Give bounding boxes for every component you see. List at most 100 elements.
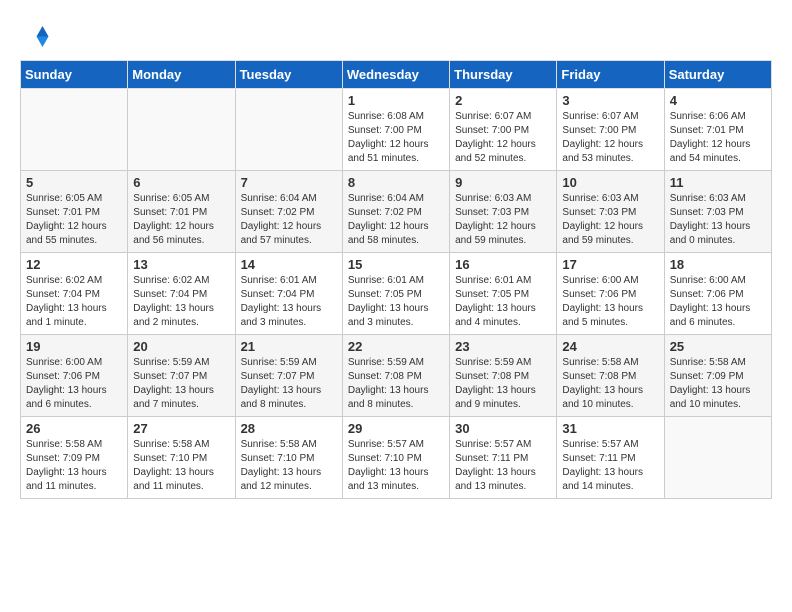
day-number: 18 xyxy=(670,257,766,272)
day-number: 29 xyxy=(348,421,444,436)
weekday-header: Thursday xyxy=(450,61,557,89)
day-number: 15 xyxy=(348,257,444,272)
calendar-week-row: 1 Sunrise: 6:08 AM Sunset: 7:00 PM Daylig… xyxy=(21,89,772,171)
weekday-header: Wednesday xyxy=(342,61,449,89)
day-detail: Sunrise: 6:01 AM Sunset: 7:05 PM Dayligh… xyxy=(348,274,444,330)
weekday-header: Monday xyxy=(128,61,235,89)
day-detail: Sunrise: 5:57 AM Sunset: 7:11 PM Dayligh… xyxy=(562,438,658,494)
day-number: 3 xyxy=(562,93,658,108)
day-number: 14 xyxy=(241,257,337,272)
day-detail: Sunrise: 6:02 AM Sunset: 7:04 PM Dayligh… xyxy=(26,274,122,330)
calendar-cell: 12 Sunrise: 6:02 AM Sunset: 7:04 PM Dayli… xyxy=(21,253,128,335)
day-number: 8 xyxy=(348,175,444,190)
day-detail: Sunrise: 6:04 AM Sunset: 7:02 PM Dayligh… xyxy=(241,192,337,248)
day-detail: Sunrise: 6:03 AM Sunset: 7:03 PM Dayligh… xyxy=(670,192,766,248)
calendar-cell: 3 Sunrise: 6:07 AM Sunset: 7:00 PM Daylig… xyxy=(557,89,664,171)
day-detail: Sunrise: 5:59 AM Sunset: 7:08 PM Dayligh… xyxy=(348,356,444,412)
weekday-header: Saturday xyxy=(664,61,771,89)
day-detail: Sunrise: 6:00 AM Sunset: 7:06 PM Dayligh… xyxy=(670,274,766,330)
day-detail: Sunrise: 6:08 AM Sunset: 7:00 PM Dayligh… xyxy=(348,110,444,166)
day-number: 2 xyxy=(455,93,551,108)
calendar-cell: 5 Sunrise: 6:05 AM Sunset: 7:01 PM Daylig… xyxy=(21,171,128,253)
calendar-cell: 10 Sunrise: 6:03 AM Sunset: 7:03 PM Dayli… xyxy=(557,171,664,253)
day-detail: Sunrise: 6:00 AM Sunset: 7:06 PM Dayligh… xyxy=(562,274,658,330)
page-header xyxy=(20,20,772,50)
day-detail: Sunrise: 6:04 AM Sunset: 7:02 PM Dayligh… xyxy=(348,192,444,248)
day-number: 10 xyxy=(562,175,658,190)
calendar-week-row: 12 Sunrise: 6:02 AM Sunset: 7:04 PM Dayli… xyxy=(21,253,772,335)
day-number: 24 xyxy=(562,339,658,354)
calendar-cell: 1 Sunrise: 6:08 AM Sunset: 7:00 PM Daylig… xyxy=(342,89,449,171)
day-number: 31 xyxy=(562,421,658,436)
day-detail: Sunrise: 6:03 AM Sunset: 7:03 PM Dayligh… xyxy=(562,192,658,248)
calendar-cell: 24 Sunrise: 5:58 AM Sunset: 7:08 PM Dayli… xyxy=(557,335,664,417)
day-detail: Sunrise: 5:58 AM Sunset: 7:09 PM Dayligh… xyxy=(26,438,122,494)
calendar-cell: 15 Sunrise: 6:01 AM Sunset: 7:05 PM Dayli… xyxy=(342,253,449,335)
day-number: 23 xyxy=(455,339,551,354)
calendar-cell: 6 Sunrise: 6:05 AM Sunset: 7:01 PM Daylig… xyxy=(128,171,235,253)
logo-icon xyxy=(20,20,50,50)
calendar-cell: 8 Sunrise: 6:04 AM Sunset: 7:02 PM Daylig… xyxy=(342,171,449,253)
day-number: 9 xyxy=(455,175,551,190)
calendar-cell: 7Sunrise: 6:04 AM Sunset: 7:02 PM Daylig… xyxy=(235,171,342,253)
calendar-cell: 11Sunrise: 6:03 AM Sunset: 7:03 PM Dayli… xyxy=(664,171,771,253)
day-number: 5 xyxy=(26,175,122,190)
day-number: 17 xyxy=(562,257,658,272)
day-detail: Sunrise: 5:58 AM Sunset: 7:09 PM Dayligh… xyxy=(670,356,766,412)
calendar-cell: 18 Sunrise: 6:00 AM Sunset: 7:06 PM Dayli… xyxy=(664,253,771,335)
calendar-cell: 22 Sunrise: 5:59 AM Sunset: 7:08 PM Dayli… xyxy=(342,335,449,417)
day-detail: Sunrise: 6:01 AM Sunset: 7:05 PM Dayligh… xyxy=(455,274,551,330)
weekday-header: Friday xyxy=(557,61,664,89)
day-detail: Sunrise: 5:58 AM Sunset: 7:08 PM Dayligh… xyxy=(562,356,658,412)
calendar-cell: 28 Sunrise: 5:58 AM Sunset: 7:10 PM Dayli… xyxy=(235,417,342,499)
day-detail: Sunrise: 5:59 AM Sunset: 7:07 PM Dayligh… xyxy=(133,356,229,412)
day-detail: Sunrise: 5:58 AM Sunset: 7:10 PM Dayligh… xyxy=(241,438,337,494)
calendar-cell: 19 Sunrise: 6:00 AM Sunset: 7:06 PM Dayli… xyxy=(21,335,128,417)
day-detail: Sunrise: 6:05 AM Sunset: 7:01 PM Dayligh… xyxy=(26,192,122,248)
calendar-cell: 20Sunrise: 5:59 AM Sunset: 7:07 PM Dayli… xyxy=(128,335,235,417)
calendar-cell: 16 Sunrise: 6:01 AM Sunset: 7:05 PM Dayli… xyxy=(450,253,557,335)
calendar-cell: 2 Sunrise: 6:07 AM Sunset: 7:00 PM Daylig… xyxy=(450,89,557,171)
calendar-cell: 25Sunrise: 5:58 AM Sunset: 7:09 PM Dayli… xyxy=(664,335,771,417)
calendar-cell xyxy=(128,89,235,171)
day-number: 12 xyxy=(26,257,122,272)
calendar-cell: 21 Sunrise: 5:59 AM Sunset: 7:07 PM Dayli… xyxy=(235,335,342,417)
day-number: 22 xyxy=(348,339,444,354)
calendar-table: SundayMondayTuesdayWednesdayThursdayFrid… xyxy=(20,60,772,499)
calendar-cell xyxy=(664,417,771,499)
day-detail: Sunrise: 5:58 AM Sunset: 7:10 PM Dayligh… xyxy=(133,438,229,494)
day-detail: Sunrise: 6:07 AM Sunset: 7:00 PM Dayligh… xyxy=(562,110,658,166)
day-detail: Sunrise: 5:57 AM Sunset: 7:10 PM Dayligh… xyxy=(348,438,444,494)
calendar-week-row: 5 Sunrise: 6:05 AM Sunset: 7:01 PM Daylig… xyxy=(21,171,772,253)
calendar-cell: 13Sunrise: 6:02 AM Sunset: 7:04 PM Dayli… xyxy=(128,253,235,335)
day-detail: Sunrise: 6:03 AM Sunset: 7:03 PM Dayligh… xyxy=(455,192,551,248)
calendar-cell: 31 Sunrise: 5:57 AM Sunset: 7:11 PM Dayli… xyxy=(557,417,664,499)
calendar-cell: 9 Sunrise: 6:03 AM Sunset: 7:03 PM Daylig… xyxy=(450,171,557,253)
day-number: 26 xyxy=(26,421,122,436)
day-detail: Sunrise: 5:59 AM Sunset: 7:07 PM Dayligh… xyxy=(241,356,337,412)
calendar-week-row: 19 Sunrise: 6:00 AM Sunset: 7:06 PM Dayli… xyxy=(21,335,772,417)
day-detail: Sunrise: 6:00 AM Sunset: 7:06 PM Dayligh… xyxy=(26,356,122,412)
logo xyxy=(20,20,54,50)
calendar-cell: 4Sunrise: 6:06 AM Sunset: 7:01 PM Daylig… xyxy=(664,89,771,171)
calendar-cell: 30Sunrise: 5:57 AM Sunset: 7:11 PM Dayli… xyxy=(450,417,557,499)
calendar-cell xyxy=(235,89,342,171)
weekday-header-row: SundayMondayTuesdayWednesdayThursdayFrid… xyxy=(21,61,772,89)
calendar-cell: 14Sunrise: 6:01 AM Sunset: 7:04 PM Dayli… xyxy=(235,253,342,335)
day-number: 21 xyxy=(241,339,337,354)
calendar-week-row: 26 Sunrise: 5:58 AM Sunset: 7:09 PM Dayli… xyxy=(21,417,772,499)
day-number: 4 xyxy=(670,93,766,108)
day-number: 1 xyxy=(348,93,444,108)
day-number: 28 xyxy=(241,421,337,436)
weekday-header: Sunday xyxy=(21,61,128,89)
day-detail: Sunrise: 6:05 AM Sunset: 7:01 PM Dayligh… xyxy=(133,192,229,248)
day-number: 6 xyxy=(133,175,229,190)
calendar-cell: 23Sunrise: 5:59 AM Sunset: 7:08 PM Dayli… xyxy=(450,335,557,417)
day-number: 19 xyxy=(26,339,122,354)
day-number: 16 xyxy=(455,257,551,272)
day-detail: Sunrise: 6:07 AM Sunset: 7:00 PM Dayligh… xyxy=(455,110,551,166)
day-number: 13 xyxy=(133,257,229,272)
weekday-header: Tuesday xyxy=(235,61,342,89)
day-detail: Sunrise: 5:57 AM Sunset: 7:11 PM Dayligh… xyxy=(455,438,551,494)
day-number: 27 xyxy=(133,421,229,436)
